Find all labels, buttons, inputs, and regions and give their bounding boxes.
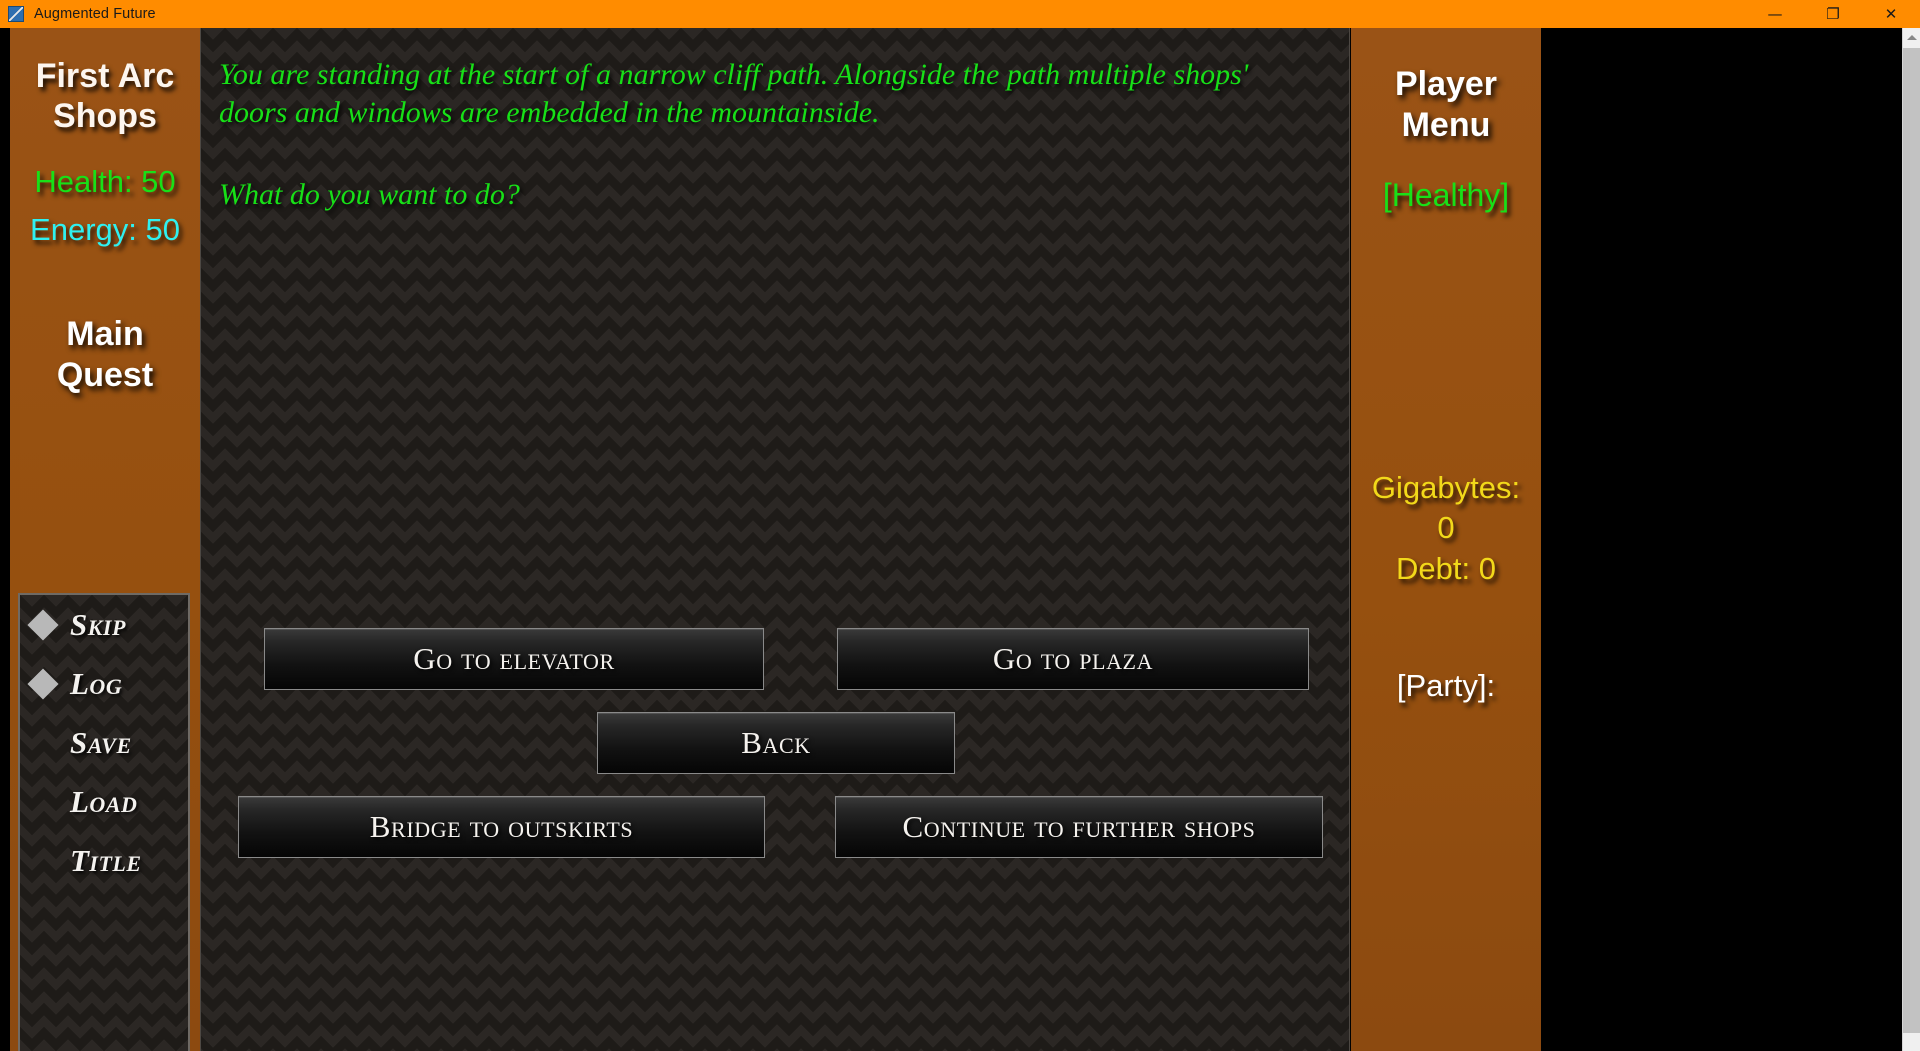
choice-button-label: Back	[741, 725, 811, 760]
story-text-block: You are standing at the start of a narro…	[201, 28, 1349, 214]
quest-title-line-1: Main	[66, 315, 144, 354]
maximize-icon: ❐	[1826, 4, 1840, 23]
scrollbar-thumb[interactable]	[1903, 48, 1920, 1033]
energy-stat: Energy: 50	[30, 212, 180, 248]
scrollbar-up-button[interactable]	[1903, 28, 1920, 46]
player-status-badge: [Healthy]	[1382, 176, 1510, 213]
health-stat: Health: 50	[34, 164, 176, 200]
close-icon: ✕	[1884, 4, 1898, 23]
location-title-line-1: First Arc	[35, 57, 175, 95]
vertical-scrollbar[interactable]	[1902, 28, 1920, 1051]
chevron-up-icon	[1907, 34, 1917, 40]
quick-menu-item-log[interactable]: Log	[20, 654, 188, 713]
application-window: Augmented Future — ❐ ✕ First Arc Shops H…	[0, 0, 1920, 1051]
player-menu-title[interactable]: Player Menu	[1351, 64, 1541, 147]
app-icon	[8, 6, 24, 22]
location-title-line-2: Shops	[53, 97, 157, 136]
quick-menu-item-save[interactable]: Save	[20, 713, 188, 772]
choice-button-back[interactable]: Back	[597, 712, 955, 774]
choice-button-label: Go to elevator	[413, 641, 615, 676]
right-sidebar: Player Menu [Healthy] Gigabytes: 0 Debt:…	[1351, 28, 1541, 1051]
choice-button-label: Continue to further shops	[902, 809, 1256, 844]
quick-menu-label: Skip	[70, 606, 126, 642]
player-menu-title-line-1: Player	[1394, 65, 1498, 103]
story-paragraph: You are standing at the start of a narro…	[219, 58, 1249, 130]
story-panel: You are standing at the start of a narro…	[200, 28, 1350, 1051]
choice-button-group: Go to elevator Go to plaza Back Bridge t…	[201, 628, 1349, 858]
quick-menu-item-load[interactable]: Load	[20, 772, 188, 831]
diamond-icon	[27, 667, 59, 700]
debt-value: Debt: 0	[1396, 550, 1496, 586]
left-sidebar-top: First Arc Shops Health: 50 Energy: 50 Ma…	[10, 28, 200, 396]
quick-menu: Skip Log Save Load Title	[18, 593, 190, 1051]
maximize-button[interactable]: ❐	[1804, 0, 1862, 28]
quick-menu-label: Title	[70, 842, 142, 878]
quest-title-line-2: Quest	[56, 356, 154, 395]
window-titlebar: Augmented Future — ❐ ✕	[0, 0, 1920, 28]
location-title: First Arc Shops	[10, 56, 200, 136]
minimize-icon: —	[1767, 4, 1783, 23]
diamond-icon	[27, 608, 59, 641]
game-viewport: First Arc Shops Health: 50 Energy: 50 Ma…	[0, 28, 1902, 1051]
choice-button-go-to-elevator[interactable]: Go to elevator	[264, 628, 764, 690]
gigabytes-label: Gigabytes:	[1371, 470, 1521, 505]
choice-button-continue-to-further-shops[interactable]: Continue to further shops	[835, 796, 1323, 858]
choice-button-label: Bridge to outskirts	[369, 809, 634, 844]
choice-row-1: Go to elevator Go to plaza Back Bridge t…	[201, 628, 1349, 858]
minimize-button[interactable]: —	[1746, 0, 1804, 28]
window-title: Augmented Future	[34, 6, 156, 22]
quick-menu-label: Log	[70, 665, 123, 701]
left-sidebar: First Arc Shops Health: 50 Energy: 50 Ma…	[10, 28, 200, 1051]
quick-menu-item-title[interactable]: Title	[20, 831, 188, 890]
story-prompt: What do you want to do?	[219, 178, 520, 212]
party-label: [Party]:	[1396, 668, 1496, 703]
window-controls: — ❐ ✕	[1746, 0, 1920, 28]
gigabytes-value: 0	[1437, 510, 1455, 546]
story-spacer	[219, 132, 1321, 176]
choice-button-label: Go to plaza	[992, 641, 1154, 676]
quick-menu-label: Load	[70, 783, 138, 819]
quick-menu-label: Save	[70, 724, 132, 760]
quick-menu-item-skip[interactable]: Skip	[20, 595, 188, 654]
quest-title: Main Quest	[10, 314, 200, 396]
player-menu-title-line-2: Menu	[1401, 106, 1491, 145]
choice-button-bridge-to-outskirts[interactable]: Bridge to outskirts	[238, 796, 765, 858]
choice-button-go-to-plaza[interactable]: Go to plaza	[837, 628, 1309, 690]
player-currency-block: Gigabytes: 0 Debt: 0	[1351, 468, 1541, 589]
close-button[interactable]: ✕	[1862, 0, 1920, 28]
